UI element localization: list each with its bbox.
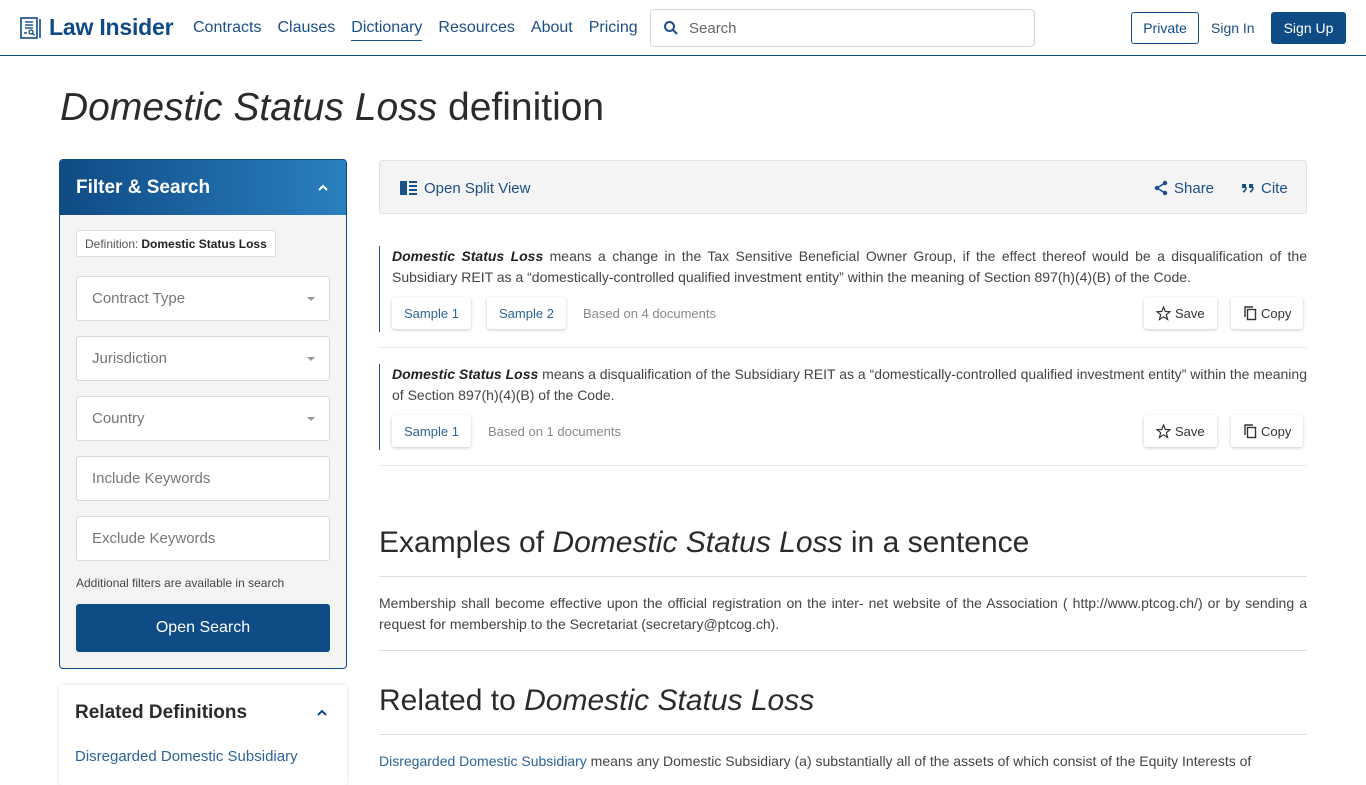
definition-accent-bar	[379, 246, 380, 332]
top-navbar: Law Insider Contracts Clauses Dictionary…	[0, 0, 1366, 56]
cite-button[interactable]: Cite	[1241, 161, 1288, 215]
logo-text: Law Insider	[49, 14, 174, 40]
page-title: Domestic Status Loss definition	[60, 86, 604, 130]
nav-contracts[interactable]: Contracts	[193, 19, 261, 41]
country-placeholder: Country	[92, 410, 145, 427]
filter-panel-title: Filter & Search	[76, 176, 211, 198]
definition-item: Domestic Status Loss means a change in t…	[379, 246, 1307, 348]
jurisdiction-select[interactable]: Jurisdiction	[76, 336, 330, 381]
examples-heading: Examples of Domestic Status Loss in a se…	[379, 526, 1029, 560]
copy-label: Copy	[1261, 423, 1292, 439]
copy-button[interactable]: Copy	[1231, 415, 1304, 447]
definition-text: Domestic Status Loss means a change in t…	[392, 246, 1307, 288]
nav-resources[interactable]: Resources	[438, 19, 514, 41]
document-search-icon	[20, 16, 41, 39]
copy-icon	[1244, 423, 1257, 438]
examples-heading-prefix: Examples of	[379, 526, 545, 559]
nav-dictionary[interactable]: Dictionary	[351, 19, 423, 41]
caret-down-icon	[307, 417, 315, 421]
related-definitions-title: Related Definitions	[75, 702, 248, 723]
quote-icon	[1242, 184, 1254, 193]
based-on-count: Based on 4 documents	[583, 306, 716, 321]
include-keywords-input[interactable]	[92, 470, 312, 487]
cite-label: Cite	[1261, 179, 1288, 197]
definition-text: Domestic Status Loss means a disqualific…	[392, 364, 1307, 406]
related-term-text: means any Domestic Subsidiary (a) substa…	[586, 753, 1252, 769]
share-label: Share	[1174, 179, 1215, 197]
related-heading: Related to Domestic Status Loss	[379, 684, 814, 718]
sample-2-button[interactable]: Sample 2	[487, 297, 566, 329]
divider	[379, 650, 1307, 651]
contract-type-placeholder: Contract Type	[92, 290, 186, 307]
related-term-link[interactable]: Disregarded Domestic Subsidiary	[379, 753, 587, 769]
sample-1-button[interactable]: Sample 1	[392, 297, 471, 329]
divider	[379, 576, 1307, 577]
search-input[interactable]	[689, 19, 1019, 37]
sign-up-button[interactable]: Sign Up	[1271, 12, 1346, 44]
caret-down-icon	[307, 357, 315, 361]
filter-note: Additional filters are available in sear…	[76, 576, 285, 590]
open-search-button[interactable]: Open Search	[76, 604, 330, 652]
chip-label: Definition:	[85, 236, 139, 251]
private-button[interactable]: Private	[1131, 12, 1199, 44]
jurisdiction-placeholder: Jurisdiction	[92, 350, 168, 367]
contract-type-select[interactable]: Contract Type	[76, 276, 330, 321]
nav-pricing[interactable]: Pricing	[589, 19, 638, 41]
filter-panel-header[interactable]: Filter & Search	[60, 160, 346, 215]
save-button[interactable]: Save	[1144, 415, 1217, 447]
main-nav: Contracts Clauses Dictionary Resources A…	[193, 19, 654, 41]
page-title-suffix: definition	[448, 86, 605, 129]
related-heading-term: Domestic Status Loss	[524, 684, 815, 717]
exclude-keywords-field	[76, 516, 330, 561]
save-label: Save	[1175, 305, 1205, 321]
caret-down-icon	[307, 297, 315, 301]
chip-value: Domestic Status Loss	[141, 236, 267, 251]
based-on-count: Based on 1 documents	[488, 424, 621, 439]
copy-icon	[1244, 305, 1257, 320]
search-icon	[664, 21, 678, 35]
definition-item: Domestic Status Loss means a disqualific…	[379, 364, 1307, 466]
chevron-up-icon[interactable]	[316, 181, 330, 195]
related-definitions-panel: Related Definitions Disregarded Domestic…	[59, 685, 347, 785]
definition-term: Domestic Status Loss	[392, 366, 539, 382]
open-split-view-label: Open Split View	[424, 179, 531, 197]
chevron-up-icon[interactable]	[315, 706, 329, 720]
sign-in-link[interactable]: Sign In	[1211, 12, 1255, 44]
nav-about[interactable]: About	[531, 19, 573, 41]
related-definition-item: Disregarded Domestic Subsidiary means an…	[379, 751, 1307, 772]
definition-accent-bar	[379, 364, 380, 450]
examples-heading-term: Domestic Status Loss	[552, 526, 843, 559]
copy-button[interactable]: Copy	[1231, 297, 1304, 329]
sample-1-button[interactable]: Sample 1	[392, 415, 471, 447]
open-split-view-button[interactable]: Open Split View	[400, 161, 530, 215]
split-view-icon	[400, 181, 417, 195]
country-select[interactable]: Country	[76, 396, 330, 441]
logo-link[interactable]: Law Insider	[19, 14, 174, 41]
definition-term: Domestic Status Loss	[392, 248, 544, 264]
page-title-term: Domestic Status Loss	[60, 86, 438, 129]
examples-heading-suffix: in a sentence	[850, 526, 1030, 559]
nav-clauses[interactable]: Clauses	[277, 19, 335, 41]
related-heading-prefix: Related to	[379, 684, 516, 717]
star-icon	[1156, 423, 1171, 439]
share-icon	[1154, 180, 1168, 196]
save-label: Save	[1175, 423, 1205, 439]
search-box	[650, 9, 1035, 47]
share-button[interactable]: Share	[1154, 161, 1214, 215]
copy-label: Copy	[1261, 305, 1292, 321]
exclude-keywords-input[interactable]	[92, 530, 312, 547]
example-sentence: Membership shall become effective upon t…	[379, 595, 1307, 632]
related-definition-link[interactable]: Disregarded Domestic Subsidiary	[75, 748, 298, 765]
include-keywords-field	[76, 456, 330, 501]
divider	[379, 734, 1307, 735]
definition-toolbar: Open Split View Share Cite	[379, 160, 1307, 214]
star-icon	[1156, 305, 1171, 321]
definition-filter-chip[interactable]: Definition: Domestic Status Loss	[76, 230, 276, 257]
filter-panel: Filter & Search Definition: Domestic Sta…	[59, 159, 347, 669]
save-button[interactable]: Save	[1144, 297, 1217, 329]
